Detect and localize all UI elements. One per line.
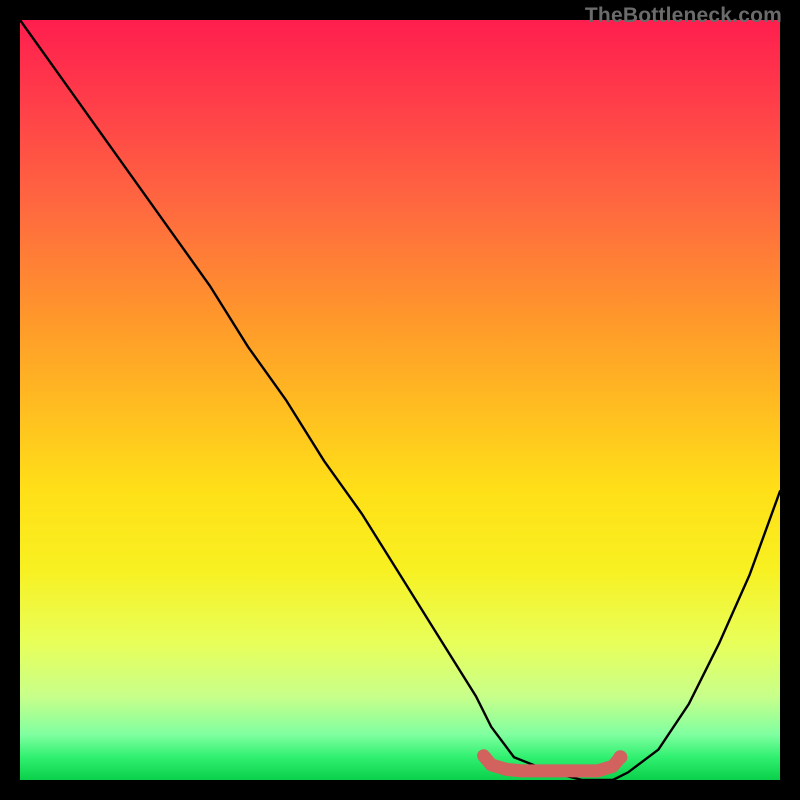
bottleneck-curve: [20, 20, 780, 780]
minimum-marker: [484, 750, 628, 771]
watermark-text: TheBottleneck.com: [585, 4, 782, 28]
chart-frame: [20, 20, 780, 780]
chart-svg: [20, 20, 780, 780]
